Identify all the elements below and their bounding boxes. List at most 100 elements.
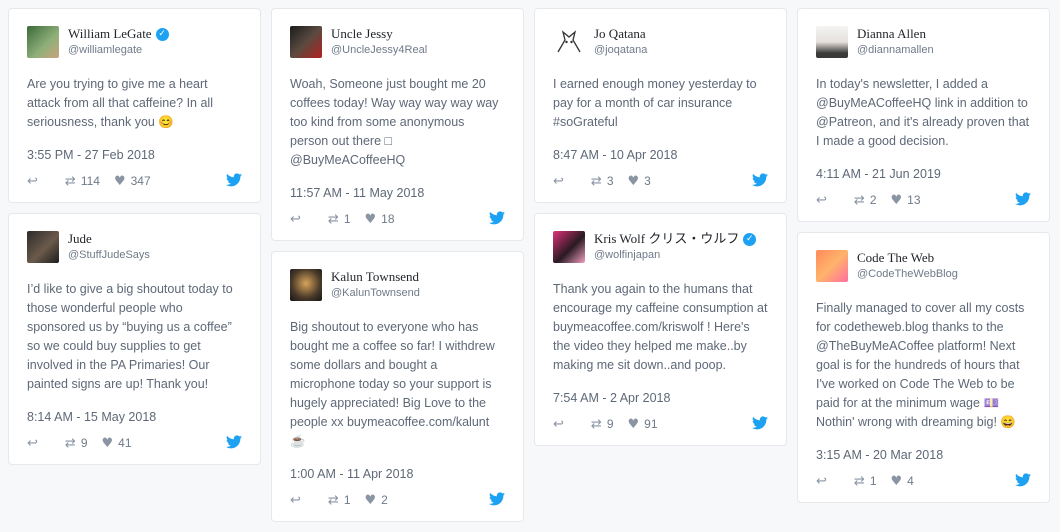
reply-button[interactable]: ↩ xyxy=(27,436,43,451)
tweet-header: Jude @StuffJudeSays xyxy=(27,230,242,264)
tweet-timestamp[interactable]: 8:47 AM - 10 Apr 2018 xyxy=(553,148,768,162)
tweet-card[interactable]: William LeGate ✓ @williamlegate Are you t… xyxy=(8,8,261,203)
heart-icon: ♥ xyxy=(890,473,903,489)
avatar[interactable] xyxy=(290,269,322,301)
heart-icon: ♥ xyxy=(113,173,126,189)
like-button[interactable]: ♥ 3 xyxy=(628,174,651,189)
retweet-icon: ⇄ xyxy=(590,416,602,432)
avatar[interactable] xyxy=(816,26,848,58)
reply-button[interactable]: ↩ xyxy=(816,474,832,489)
retweet-button[interactable]: ⇄ 1 xyxy=(328,212,351,227)
avatar[interactable] xyxy=(816,250,848,282)
reply-button[interactable]: ↩ xyxy=(816,193,832,208)
retweet-icon: ⇄ xyxy=(853,192,865,208)
tweet-timestamp[interactable]: 3:15 AM - 20 Mar 2018 xyxy=(816,448,1031,462)
tweet-header: Kalun Townsend @KalunTownsend xyxy=(290,268,505,302)
author-name[interactable]: Dianna Allen xyxy=(857,26,926,42)
retweet-button[interactable]: ⇄ 9 xyxy=(65,436,88,451)
retweet-button[interactable]: ⇄ 1 xyxy=(328,493,351,508)
like-button[interactable]: ♥ 4 xyxy=(891,474,914,489)
avatar[interactable] xyxy=(27,231,59,263)
reply-icon: ↩ xyxy=(27,173,38,189)
tweet-card[interactable]: Dianna Allen @diannamallen In today's ne… xyxy=(797,8,1050,222)
avatar[interactable] xyxy=(27,26,59,58)
like-button[interactable]: ♥ 2 xyxy=(365,493,388,508)
author-handle[interactable]: @CodeTheWebBlog xyxy=(857,266,958,282)
reply-icon: ↩ xyxy=(816,192,827,208)
author-handle[interactable]: @diannamallen xyxy=(857,42,934,58)
tweet-card[interactable]: Jo Qatana @joqatana I earned enough mone… xyxy=(534,8,787,203)
avatar[interactable] xyxy=(553,231,585,263)
like-count: 13 xyxy=(907,193,921,207)
tweet-card[interactable]: Uncle Jessy @UncleJessy4Real Woah, Someo… xyxy=(271,8,524,241)
tweet-timestamp[interactable]: 1:00 AM - 11 Apr 2018 xyxy=(290,467,505,481)
heart-icon: ♥ xyxy=(364,492,377,508)
author-name[interactable]: Uncle Jessy xyxy=(331,26,393,42)
reply-button[interactable]: ↩ xyxy=(290,212,306,227)
tweet-card[interactable]: Kalun Townsend @KalunTownsend Big shouto… xyxy=(271,251,524,522)
avatar[interactable] xyxy=(553,26,585,58)
author-name[interactable]: William LeGate xyxy=(68,26,152,42)
heart-icon: ♥ xyxy=(364,211,377,227)
reply-button[interactable]: ↩ xyxy=(27,174,43,189)
twitter-bird-icon[interactable] xyxy=(226,435,242,449)
like-button[interactable]: ♥ 91 xyxy=(628,417,658,432)
twitter-bird-icon[interactable] xyxy=(752,173,768,187)
reply-button[interactable]: ↩ xyxy=(553,174,569,189)
twitter-bird-icon[interactable] xyxy=(226,173,242,187)
twitter-bird-icon[interactable] xyxy=(752,416,768,430)
author-name[interactable]: Code The Web xyxy=(857,250,934,266)
tweet-actions: ↩ ⇄ 3 ♥ 3 xyxy=(553,172,768,190)
author-handle[interactable]: @wolfinjapan xyxy=(594,247,756,263)
column-4: Dianna Allen @diannamallen In today's ne… xyxy=(797,8,1050,513)
retweet-button[interactable]: ⇄ 114 xyxy=(65,174,100,189)
column-2: Uncle Jessy @UncleJessy4Real Woah, Someo… xyxy=(271,8,524,532)
retweet-count: 1 xyxy=(343,212,351,226)
avatar[interactable] xyxy=(290,26,322,58)
tweet-actions: ↩ ⇄ 114 ♥ 347 xyxy=(27,172,242,190)
tweet-timestamp[interactable]: 11:57 AM - 11 May 2018 xyxy=(290,186,505,200)
reply-icon: ↩ xyxy=(290,492,301,508)
tweet-text: I’d like to give a big shoutout today to… xyxy=(27,282,233,391)
like-button[interactable]: ♥ 13 xyxy=(891,193,921,208)
twitter-bird-icon[interactable] xyxy=(489,492,505,506)
tweet-card[interactable]: Kris Wolf クリス・ウルフ ✓ @wolfinjapan Thank yo… xyxy=(534,213,787,446)
tweet-card[interactable]: Jude @StuffJudeSays I’d like to give a b… xyxy=(8,213,261,465)
reply-button[interactable]: ↩ xyxy=(290,493,306,508)
author-handle[interactable]: @UncleJessy4Real xyxy=(331,42,427,58)
tweet-timestamp[interactable]: 3:55 PM - 27 Feb 2018 xyxy=(27,148,242,162)
tweet-header: Jo Qatana @joqatana xyxy=(553,25,768,59)
retweet-button[interactable]: ⇄ 2 xyxy=(854,193,877,208)
heart-icon: ♥ xyxy=(627,416,640,432)
like-count: 18 xyxy=(381,212,395,226)
heart-icon: ♥ xyxy=(627,173,640,189)
twitter-bird-icon[interactable] xyxy=(489,211,505,225)
tweet-timestamp[interactable]: 4:11 AM - 21 Jun 2019 xyxy=(816,167,1031,181)
tweet-card[interactable]: Code The Web @CodeTheWebBlog Finally man… xyxy=(797,232,1050,503)
reply-button[interactable]: ↩ xyxy=(553,417,569,432)
tweet-text: Thank you again to the humans that encou… xyxy=(553,282,768,372)
author-handle[interactable]: @williamlegate xyxy=(68,42,169,58)
column-1: William LeGate ✓ @williamlegate Are you t… xyxy=(8,8,261,475)
like-button[interactable]: ♥ 18 xyxy=(365,212,395,227)
tweet-timestamp[interactable]: 7:54 AM - 2 Apr 2018 xyxy=(553,391,768,405)
author-name[interactable]: Kris Wolf クリス・ウルフ xyxy=(594,231,739,247)
reply-icon: ↩ xyxy=(553,416,564,432)
reply-icon: ↩ xyxy=(816,473,827,489)
author-name[interactable]: Kalun Townsend xyxy=(331,269,419,285)
tweet-timestamp[interactable]: 8:14 AM - 15 May 2018 xyxy=(27,410,242,424)
retweet-button[interactable]: ⇄ 1 xyxy=(854,474,877,489)
author-name[interactable]: Jude xyxy=(68,231,92,247)
twitter-bird-icon[interactable] xyxy=(1015,473,1031,487)
author-handle[interactable]: @StuffJudeSays xyxy=(68,247,150,263)
retweet-button[interactable]: ⇄ 3 xyxy=(591,174,614,189)
author-name[interactable]: Jo Qatana xyxy=(594,26,646,42)
like-button[interactable]: ♥ 41 xyxy=(102,436,132,451)
twitter-bird-icon[interactable] xyxy=(1015,192,1031,206)
like-button[interactable]: ♥ 347 xyxy=(114,174,151,189)
author-handle[interactable]: @KalunTownsend xyxy=(331,285,420,301)
retweet-count: 9 xyxy=(606,417,614,431)
author-handle[interactable]: @joqatana xyxy=(594,42,647,58)
retweet-button[interactable]: ⇄ 9 xyxy=(591,417,614,432)
tweet-text: Woah, Someone just bought me 20 coffees … xyxy=(290,77,499,167)
